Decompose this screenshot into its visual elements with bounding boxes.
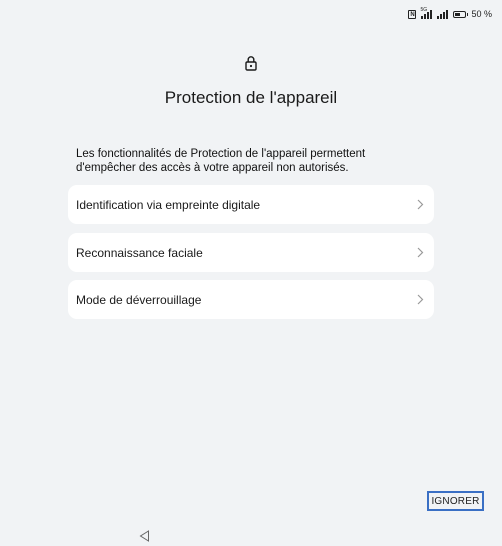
option-label: Identification via empreinte digitale (76, 197, 261, 212)
page-title: Protection de l'appareil (164, 88, 338, 107)
nfc-icon: N (408, 9, 417, 19)
option-face-recognition[interactable]: Reconnaissance faciale (68, 233, 434, 272)
chevron-right-icon (417, 294, 424, 305)
battery-icon (453, 10, 469, 18)
description-text: Les fonctionnalités de Protection de l'a… (76, 148, 366, 174)
option-unlock-mode[interactable]: Mode de déverrouillage (68, 280, 434, 319)
chevron-right-icon (417, 199, 424, 210)
lock-icon (245, 56, 257, 71)
signal-tag: 5G (420, 6, 428, 13)
chevron-right-icon (417, 247, 424, 258)
status-bar: N 5G 50 % (408, 6, 492, 22)
option-label: Reconnaissance faciale (76, 245, 203, 260)
battery-percentage: 50 % (471, 9, 492, 19)
option-fingerprint[interactable]: Identification via empreinte digitale (68, 185, 434, 224)
signal-5g-icon: 5G (420, 6, 433, 19)
signal-icon (437, 9, 449, 19)
ignore-button[interactable]: IGNORER (427, 491, 484, 511)
option-label: Mode de déverrouillage (76, 292, 202, 307)
back-triangle-icon[interactable] (139, 530, 150, 542)
